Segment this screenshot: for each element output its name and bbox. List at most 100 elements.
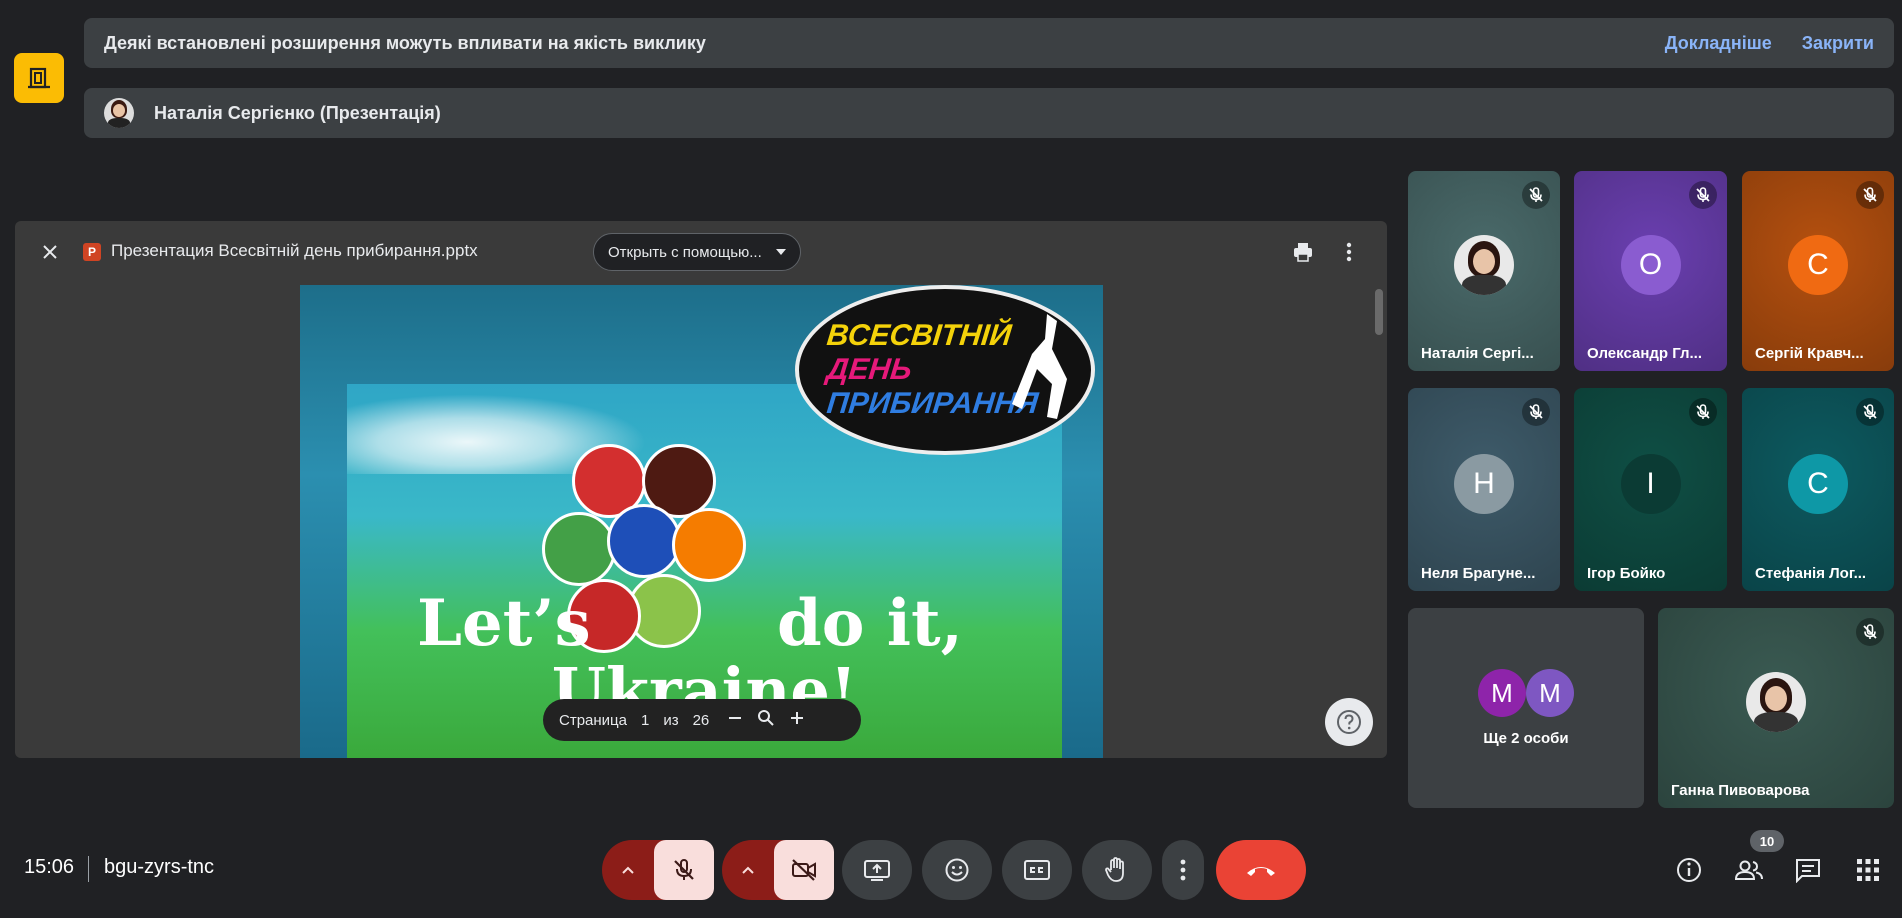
face-blue-icon <box>607 504 681 578</box>
learn-more-link[interactable]: Докладніше <box>1665 33 1772 54</box>
chat-button[interactable] <box>1788 850 1828 890</box>
file-name: Презентация Всесвітній день прибирання.p… <box>111 241 478 260</box>
divider <box>88 856 89 882</box>
activities-button[interactable] <box>1848 850 1888 890</box>
participant-count-badge: 10 <box>1750 830 1784 852</box>
present-button[interactable] <box>842 840 912 900</box>
total-pages: 26 <box>692 711 710 729</box>
reactions-button[interactable] <box>922 840 992 900</box>
chat-icon <box>1796 859 1820 883</box>
badge-line2: ДЕНЬ <box>825 353 914 386</box>
plus-icon <box>791 712 804 724</box>
emoji-icon <box>945 858 969 882</box>
participant-tile[interactable]: Ганна Пивоварова <box>1658 608 1894 808</box>
bottom-bar: 15:06 bgu-zyrs-tnc 10 <box>0 830 1902 906</box>
mic-off-icon <box>1522 181 1550 209</box>
more-vert-icon <box>1180 859 1186 881</box>
people-button[interactable] <box>1729 850 1769 890</box>
mic-off-icon <box>1856 618 1884 646</box>
help-icon <box>1337 710 1361 734</box>
page-navigator: Страница 1 из 26 <box>543 699 861 741</box>
zoom-in-button[interactable] <box>789 710 805 730</box>
chevron-up-icon <box>742 866 754 874</box>
participant-tile[interactable]: С Сергій Кравч... <box>1742 171 1894 371</box>
raise-hand-button[interactable] <box>1082 840 1152 900</box>
participant-name: Неля Брагуне... <box>1421 565 1536 582</box>
notice-text: Деякі встановлені розширення можуть впли… <box>104 32 706 53</box>
captions-button[interactable] <box>1002 840 1072 900</box>
presentation-viewer: P Презентация Всесвітній день прибирання… <box>15 221 1387 758</box>
more-vert-icon <box>1346 242 1352 262</box>
chevron-up-icon <box>622 866 634 874</box>
mic-control <box>602 840 714 900</box>
camera-off-icon <box>792 859 816 881</box>
mic-off-icon <box>1689 398 1717 426</box>
participant-avatar <box>1454 235 1514 295</box>
camera-toggle-button[interactable] <box>774 840 834 900</box>
extensions-notice: Деякі встановлені розширення можуть впли… <box>84 18 1894 68</box>
more-participants-tile[interactable]: М М Ще 2 особи <box>1408 608 1644 808</box>
close-viewer-button[interactable] <box>35 237 65 267</box>
open-with-dropdown[interactable]: Открыть с помощью... <box>593 233 801 271</box>
presenter-label: Наталія Сергієнко (Презентація) <box>154 102 441 123</box>
more-options-button[interactable] <box>1333 236 1365 268</box>
mic-toggle-button[interactable] <box>654 840 714 900</box>
minus-icon <box>729 717 742 719</box>
participant-tile[interactable]: Наталія Сергі... <box>1408 171 1560 371</box>
participant-tile[interactable]: І Ігор Бойко <box>1574 388 1727 591</box>
page-label: Страница <box>559 711 627 729</box>
powerpoint-icon: P <box>83 243 101 261</box>
badge-line1: ВСЕСВІТНІЙ <box>825 319 1013 352</box>
other-avatar-2: М <box>1526 669 1574 717</box>
present-screen-icon <box>864 860 890 881</box>
mic-off-icon <box>674 859 694 880</box>
video-options-button[interactable] <box>722 865 774 875</box>
people-icon <box>1734 860 1763 880</box>
presenter-bar: Наталія Сергієнко (Презентація) <box>84 88 1894 138</box>
scrollbar[interactable] <box>1375 289 1383 335</box>
audio-options-button[interactable] <box>602 865 654 875</box>
face-orange-icon <box>672 508 746 582</box>
participant-avatar: С <box>1788 235 1848 295</box>
participant-tile[interactable]: О Олександр Гл... <box>1574 171 1727 371</box>
meeting-activities-icon[interactable] <box>14 53 64 103</box>
zoom-out-button[interactable] <box>727 710 743 730</box>
mic-off-icon <box>1689 181 1717 209</box>
current-page[interactable]: 1 <box>641 712 649 729</box>
page-of: из <box>663 711 679 729</box>
participant-tile[interactable]: С Стефанія Лог... <box>1742 388 1894 591</box>
face-green-icon <box>542 512 616 586</box>
help-button[interactable] <box>1325 698 1373 746</box>
clock: 15:06 <box>24 856 75 878</box>
participant-name: Наталія Сергі... <box>1421 345 1534 362</box>
zoom-icon <box>758 710 774 726</box>
viewer-toolbar: P Презентация Всесвітній день прибирання… <box>15 221 1387 283</box>
mic-off-icon <box>1856 398 1884 426</box>
print-icon <box>1294 243 1312 262</box>
meeting-details-button[interactable] <box>1669 850 1709 890</box>
event-badge: ВСЕСВІТНІЙ ДЕНЬ ПРИБИРАННЯ <box>795 285 1095 455</box>
print-button[interactable] <box>1287 236 1319 268</box>
participant-name: Олександр Гл... <box>1587 345 1703 362</box>
presenter-avatar <box>104 98 134 128</box>
runner-silhouette-icon <box>1012 314 1067 419</box>
info-icon <box>1677 858 1701 882</box>
chevron-down-icon <box>775 249 786 255</box>
camera-control <box>722 840 834 900</box>
close-icon <box>43 245 57 259</box>
meeting-code: bgu-zyrs-tnc <box>104 856 215 878</box>
participant-avatar <box>1746 672 1806 732</box>
mic-off-icon <box>1856 181 1884 209</box>
hand-icon <box>1105 857 1124 882</box>
leave-call-button[interactable] <box>1216 840 1306 900</box>
more-actions-button[interactable] <box>1162 840 1204 900</box>
zoom-button[interactable] <box>757 709 775 731</box>
slide-line2: do it, <box>777 586 963 661</box>
dismiss-link[interactable]: Закрити <box>1802 33 1874 54</box>
other-avatar-1: М <box>1478 669 1526 717</box>
open-with-label: Открыть с помощью... <box>608 243 762 261</box>
participant-tile[interactable]: Н Неля Брагуне... <box>1408 388 1560 591</box>
end-call-icon <box>1247 867 1275 876</box>
others-label: Ще 2 особи <box>1483 730 1569 747</box>
participant-name: Ігор Бойко <box>1587 565 1666 582</box>
